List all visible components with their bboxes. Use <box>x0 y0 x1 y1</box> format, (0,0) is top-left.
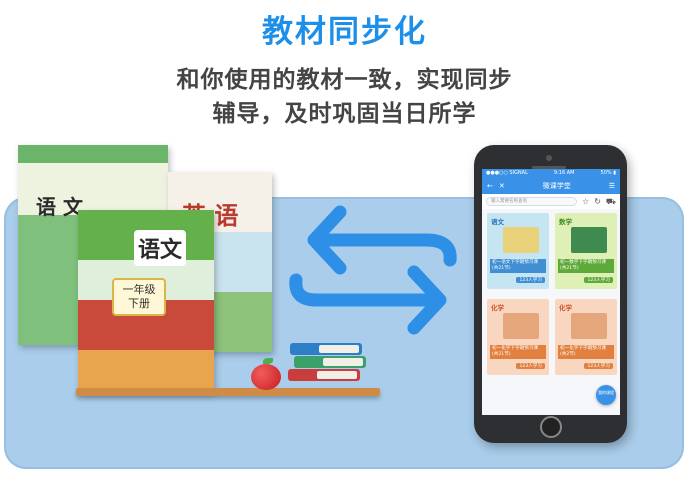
menu-icon[interactable]: ☰ <box>609 182 615 190</box>
grade-label: 一年级 下册 <box>112 278 166 316</box>
back-arrow-icon[interactable]: ← <box>487 182 493 190</box>
book-title: 语文 <box>134 230 187 266</box>
phone-screen: ●●●○○ SIGNAL 9:16 AM 50% ▮ ← ✕ 微课学堂 ☰ 输入… <box>482 169 620 415</box>
card-subject: 化学 <box>559 304 572 312</box>
chinese-grade1-textbook: 语文 一年级 下册 <box>78 210 214 392</box>
apple-icon <box>251 364 281 390</box>
stack-book <box>288 369 360 381</box>
battery-indicator: 50% ▮ <box>600 170 616 176</box>
card-title: 初一数学下学期预习课(共21节) <box>558 259 614 273</box>
refresh-icon[interactable]: ↻ <box>594 197 601 206</box>
grade-line-1: 一年级 <box>122 283 156 296</box>
blackboard-illustration <box>571 227 607 253</box>
nav-title: 微课学堂 <box>542 182 571 190</box>
status-bar: ●●●○○ SIGNAL 9:16 AM 50% ▮ <box>482 169 620 178</box>
bookshelf-illustration <box>571 313 607 339</box>
status-time: 9:16 AM <box>553 170 575 176</box>
nav-left: ← ✕ <box>487 182 505 190</box>
phone: ●●●○○ SIGNAL 9:16 AM 50% ▮ ← ✕ 微课学堂 ☰ 输入… <box>474 145 627 443</box>
sync-arrows-icon <box>289 205 457 335</box>
course-card-math[interactable]: 数学 初一数学下学期预习课(共21节) 123人学习 <box>555 213 617 289</box>
headline: 教材同步化 <box>262 14 427 50</box>
course-card-chemistry-2[interactable]: 化学 初一化学下学期预习课(共2节) 123人学习 <box>555 299 617 375</box>
signal-indicator: ●●●○○ SIGNAL <box>486 170 528 176</box>
subline-2: 辅导，及时巩固当日所学 <box>212 101 477 127</box>
course-card-chemistry[interactable]: 化学 初一化学下学期预习课(共21节) 123人学习 <box>487 299 549 375</box>
desk-lamp-illustration <box>503 227 539 253</box>
course-grid: 语文 初一语文下学期预习课(共21节) 123人学习 数学 初一数学下学期预习课… <box>482 209 620 375</box>
learner-count: 123人学习 <box>584 277 613 283</box>
subline-1: 和你使用的教材一致，实现同步 <box>176 67 513 93</box>
search-input[interactable]: 输入需要名称查询 <box>486 197 578 206</box>
learner-count: 123人学习 <box>516 363 545 369</box>
course-card-chinese[interactable]: 语文 初一语文下学期预习课(共21节) 123人学习 <box>487 213 549 289</box>
bookshelf-illustration <box>503 313 539 339</box>
card-subject: 语文 <box>491 218 504 226</box>
app-navbar: ← ✕ 微课学堂 ☰ <box>482 178 620 194</box>
star-icon[interactable]: ☆ <box>582 197 589 206</box>
my-courses-button[interactable]: 我的课程 <box>596 385 616 405</box>
grade-line-2: 下册 <box>128 297 150 310</box>
apple-leaf <box>263 358 273 364</box>
cart-icon[interactable]: ⛟ <box>606 197 616 206</box>
card-title: 初一化学下学期预习课(共21节) <box>490 345 546 359</box>
card-subject: 数学 <box>559 218 572 226</box>
learner-count: 123人学习 <box>516 277 545 283</box>
card-title: 初一化学下学期预习课(共2节) <box>558 345 614 359</box>
close-icon[interactable]: ✕ <box>499 182 505 190</box>
phone-camera <box>546 155 552 161</box>
toolbar: 输入需要名称查询 ☆ ↻ ⛟ <box>482 194 620 209</box>
shelf <box>76 388 380 396</box>
book-title: 语 文 <box>36 195 83 219</box>
learner-count: 123人学习 <box>584 363 613 369</box>
card-subject: 化学 <box>491 304 504 312</box>
stack-book <box>294 356 366 368</box>
home-button[interactable] <box>540 416 562 438</box>
card-title: 初一语文下学期预习课(共21节) <box>490 259 546 273</box>
